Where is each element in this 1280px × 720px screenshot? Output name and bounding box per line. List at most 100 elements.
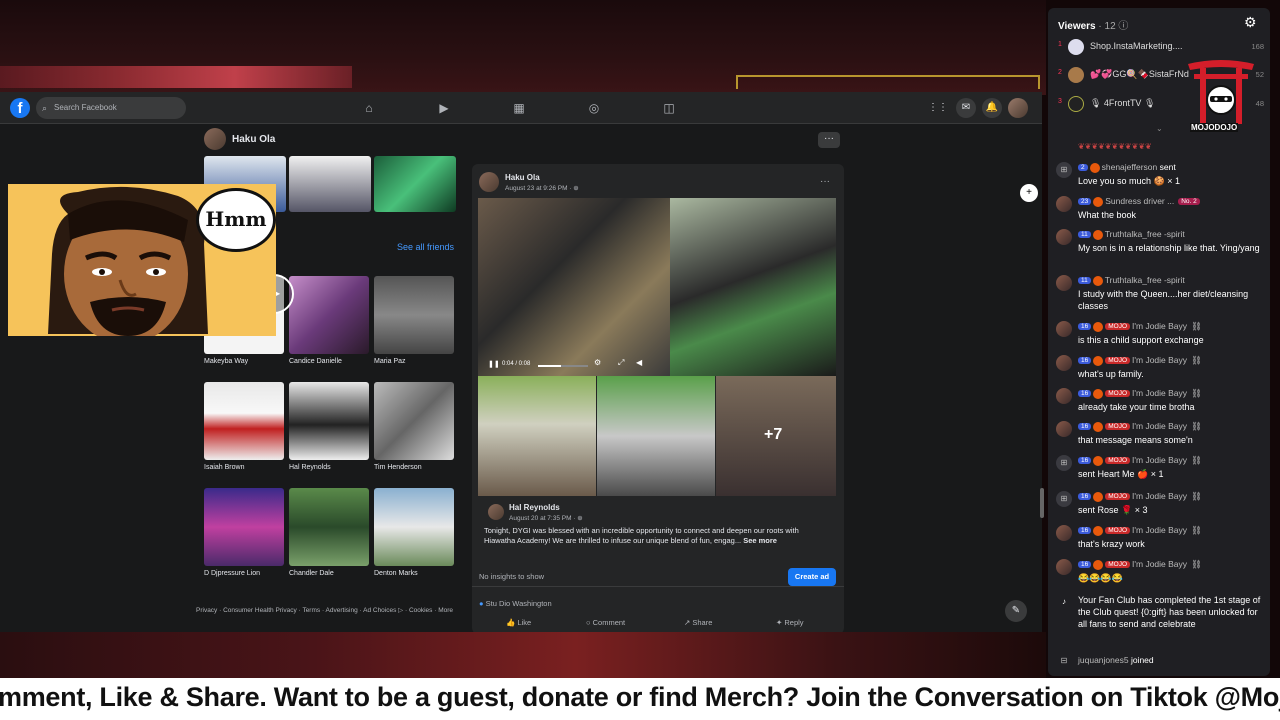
video-icon[interactable]: ▶ (436, 100, 452, 116)
notifications-bell-icon[interactable]: 🔔 (982, 98, 1002, 118)
chevron-down-icon[interactable]: ⌄ (1156, 124, 1163, 133)
friend-name[interactable]: Chandler Dale (289, 570, 334, 577)
chat-username[interactable]: I'm Jodie Bayy (1132, 321, 1187, 331)
chat-username[interactable]: I'm Jodie Bayy (1132, 421, 1187, 431)
user-avatar[interactable] (1056, 355, 1072, 371)
friend-name[interactable]: Tim Henderson (374, 464, 422, 471)
scrollbar[interactable] (1040, 488, 1044, 518)
level-badge: 16 (1078, 493, 1092, 501)
comment-button[interactable]: ○ Comment (586, 618, 625, 627)
info-icon[interactable]: ⓘ (1118, 21, 1128, 32)
friend-photo[interactable] (204, 488, 284, 566)
friend-photo[interactable] (204, 382, 284, 460)
user-avatar[interactable] (1056, 275, 1072, 291)
pause-icon[interactable]: ❚❚ (488, 360, 500, 368)
moderator-icon: ⛓ (1191, 559, 1202, 569)
user-avatar[interactable] (1056, 388, 1072, 404)
friend-name[interactable]: Isaiah Brown (204, 464, 244, 471)
fan-badge-icon (1093, 455, 1104, 466)
see-more-link[interactable]: See more (743, 536, 777, 545)
chat-username[interactable]: I'm Jodie Bayy (1132, 559, 1187, 569)
post-author-avatar[interactable] (479, 172, 499, 192)
gaming-icon[interactable]: ◫ (661, 100, 677, 116)
share-button[interactable]: ↗ Share (684, 618, 712, 627)
post-image[interactable] (670, 198, 836, 376)
user-avatar[interactable] (1056, 321, 1072, 337)
post-image[interactable] (478, 376, 596, 496)
user-avatar[interactable] (1056, 559, 1072, 575)
settings-icon[interactable]: ⚙ (594, 358, 601, 367)
post-date[interactable]: August 23 at 9:26 PM · ⊕ (505, 184, 579, 192)
photo-thumbnail[interactable] (289, 156, 371, 212)
footer-links[interactable]: Privacy · Consumer Health Privacy · Term… (196, 606, 466, 615)
club-badge: MOJO (1105, 323, 1131, 331)
video-progress-bar[interactable] (538, 365, 588, 367)
chat-username[interactable]: shenajefferson (1102, 162, 1158, 172)
side-action-icon[interactable]: + (1020, 184, 1038, 202)
groups-icon[interactable]: ◎ (586, 100, 602, 116)
more-photos-count[interactable]: +7 (764, 426, 782, 444)
new-message-icon[interactable]: ✎ (1005, 600, 1027, 622)
chat-username[interactable]: I'm Jodie Bayy (1132, 455, 1187, 465)
shared-date[interactable]: August 20 at 7:35 PM · ⊕ (509, 514, 583, 522)
menu-grid-icon[interactable]: ⋮⋮ (928, 98, 948, 118)
joined-user[interactable]: juquanjones5 (1078, 655, 1129, 665)
reaction-summary[interactable]: ● Stu Dio Washington (479, 599, 552, 608)
friend-name[interactable]: Maria Paz (374, 358, 406, 365)
join-icon: ⊟ (1060, 656, 1068, 665)
chat-username[interactable]: I'm Jodie Bayy (1132, 355, 1187, 365)
fan-badge-icon (1089, 162, 1100, 173)
post-video[interactable] (478, 198, 670, 376)
friend-photo[interactable] (289, 382, 369, 460)
background-red-strip (0, 66, 352, 88)
profile-avatar[interactable] (204, 128, 226, 150)
shared-author-avatar[interactable] (488, 504, 504, 520)
profile-name[interactable]: Haku Ola (232, 134, 275, 145)
user-avatar[interactable] (1056, 525, 1072, 541)
user-avatar[interactable] (1056, 229, 1072, 245)
user-avatar[interactable] (1056, 196, 1072, 212)
user-avatar[interactable] (1056, 421, 1072, 437)
level-badge: 16 (1078, 423, 1092, 431)
viewer-row[interactable]: 1 Shop.InstaMarketing.... 168 (1056, 39, 1266, 55)
post-image[interactable] (597, 376, 715, 496)
friend-photo[interactable] (374, 488, 454, 566)
reply-button[interactable]: ✦ Reply (776, 618, 804, 627)
like-button[interactable]: 👍 Like (506, 618, 531, 627)
friend-name[interactable]: D Djpressure Lion (204, 570, 260, 577)
gear-icon[interactable]: ⚙ (1244, 14, 1257, 31)
chat-message: 11 Truthtalka_free -spirit My son is in a … (1056, 229, 1266, 268)
friend-photo[interactable] (289, 488, 369, 566)
see-all-friends-link[interactable]: See all friends (397, 242, 454, 252)
shared-author[interactable]: Hal Reynolds (509, 503, 560, 512)
chat-username[interactable]: Sundress driver ... (1105, 196, 1174, 206)
post-author[interactable]: Haku Ola (505, 173, 540, 182)
chat-username[interactable]: I'm Jodie Bayy (1132, 491, 1187, 501)
friend-name[interactable]: Hal Reynolds (289, 464, 331, 471)
viewer-avatar (1068, 96, 1084, 112)
like-label: Like (517, 618, 532, 627)
scrolling-ticker: mment, Like & Share. Want to be a guest,… (0, 678, 1280, 720)
chat-username[interactable]: I'm Jodie Bayy (1132, 388, 1187, 398)
chat-username[interactable]: I'm Jodie Bayy (1132, 525, 1187, 535)
marketplace-icon[interactable]: ▦ (511, 100, 527, 116)
messenger-icon[interactable]: ✉ (956, 98, 976, 118)
friend-name[interactable]: Candice Danielle (289, 358, 342, 365)
account-avatar[interactable] (1008, 98, 1028, 118)
create-ad-button[interactable]: Create ad (788, 568, 836, 586)
photo-thumbnail[interactable] (374, 156, 456, 212)
chat-username[interactable]: Truthtalka_free -spirit (1105, 229, 1185, 239)
friend-name[interactable]: Denton Marks (374, 570, 418, 577)
fullscreen-icon[interactable]: ⤢ (618, 358, 624, 368)
chat-username[interactable]: Truthtalka_free -spirit (1105, 275, 1185, 285)
friend-photo[interactable] (374, 276, 454, 354)
facebook-logo-icon[interactable]: f (10, 98, 30, 118)
volume-icon[interactable]: ◀ (636, 358, 642, 367)
friend-photo[interactable] (289, 276, 369, 354)
friend-photo[interactable] (374, 382, 454, 460)
post-options-icon[interactable]: ··· (820, 176, 830, 187)
friend-name[interactable]: Makeyba Way (204, 358, 248, 365)
home-icon[interactable]: ⌂ (361, 100, 377, 116)
more-options-button[interactable]: ··· (818, 132, 840, 148)
search-input[interactable]: ⌕ Search Facebook (36, 97, 186, 119)
